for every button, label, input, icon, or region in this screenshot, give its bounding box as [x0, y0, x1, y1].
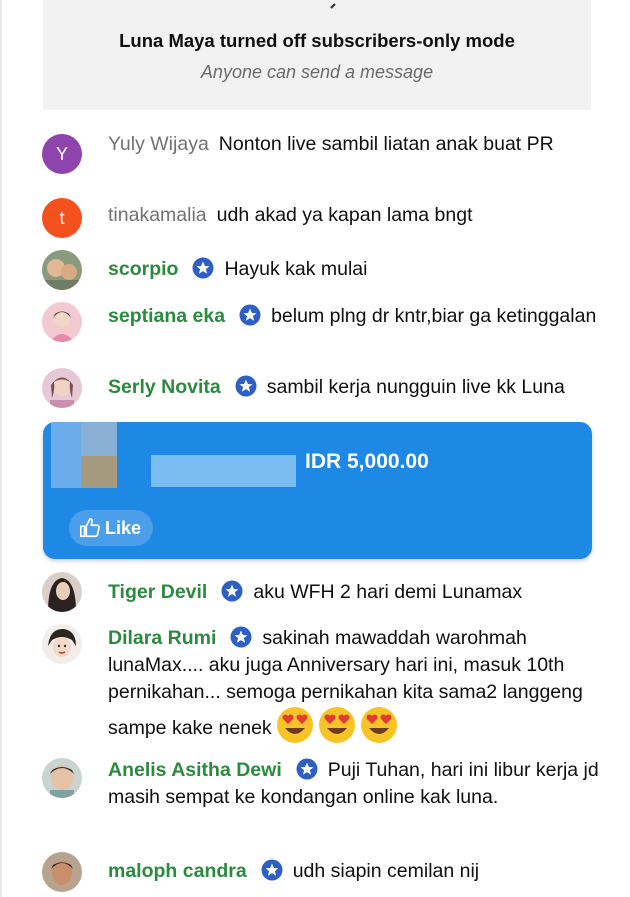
member-badge-icon	[239, 304, 261, 326]
avatar-photo	[42, 368, 82, 408]
message-body: septiana eka belum plng dr kntr,biar ga k…	[108, 303, 600, 330]
avatar-photo	[42, 250, 82, 290]
message-body: Yuly Wijaya Nonton live sambil liatan ana…	[108, 131, 600, 158]
message-text: udh siapin cemilan nij	[292, 860, 480, 882]
chat-message: Tiger Devil aku WFH 2 hari demi Lunamax	[0, 572, 600, 612]
avatar-photo	[42, 852, 82, 892]
avatar-photo	[42, 624, 82, 664]
author-name[interactable]: Yuly Wijaya	[108, 133, 209, 155]
message-text: udh akad ya kapan lama bngt	[216, 204, 473, 226]
member-badge-icon	[192, 257, 214, 279]
chat-message: septiana eka belum plng dr kntr,biar ga k…	[0, 300, 600, 360]
chat-message: maloph candra udh siapin cemilan nij	[0, 852, 600, 892]
chat-message: Y Yuly Wijaya Nonton live sambil liatan a…	[0, 130, 600, 186]
author-name[interactable]: Anelis Asitha Dewi	[108, 759, 282, 781]
heart-eyes-emoji-icon	[276, 707, 313, 743]
avatar[interactable]	[42, 758, 82, 798]
blurred-avatar	[81, 422, 117, 456]
message-text: sambil kerja nungguin live kk Luna	[266, 376, 565, 398]
thumbs-up-icon	[80, 518, 100, 538]
author-name[interactable]: maloph candra	[108, 860, 247, 882]
author-name[interactable]: tinakamalia	[108, 204, 207, 226]
member-badge-icon	[230, 626, 252, 648]
message-body: Tiger Devil aku WFH 2 hari demi Lunamax	[108, 579, 600, 606]
message-text: belum plng dr kntr,biar ga ketinggalan	[271, 305, 597, 327]
chat-message: Serly Novita sambil kerja nungguin live k…	[0, 368, 600, 408]
edit-icon	[330, 3, 336, 9]
heart-eyes-emoji-icon	[318, 707, 355, 743]
chat-message: scorpio Hayuk kak mulai	[0, 250, 600, 290]
message-body: scorpio Hayuk kak mulai	[108, 256, 600, 283]
avatar[interactable]: t	[42, 198, 82, 238]
message-text: Nonton live sambil liatan anak buat PR	[218, 133, 554, 155]
member-badge-icon	[235, 375, 257, 397]
avatar-photo	[42, 572, 82, 612]
blurred-author-name	[151, 455, 296, 487]
like-button[interactable]: Like	[69, 510, 154, 546]
avatar[interactable]	[42, 624, 82, 664]
banner-subtitle: Anyone can send a message	[200, 62, 434, 82]
like-label: Like	[105, 517, 142, 538]
author-name[interactable]: scorpio	[108, 258, 178, 280]
super-chat-amount: IDR 5,000.00	[305, 450, 429, 473]
chat-message: Anelis Asitha Dewi Puji Tuhan, hari ini l…	[0, 756, 600, 844]
message-body: Dilara Rumi sakinah mawaddah warohmah lun…	[108, 625, 600, 744]
member-badge-icon	[296, 758, 318, 780]
member-badge-icon	[261, 859, 283, 881]
author-name[interactable]: Dilara Rumi	[108, 627, 216, 649]
chat-message: Dilara Rumi sakinah mawaddah warohmah lun…	[0, 624, 600, 744]
avatar[interactable]	[42, 852, 82, 892]
blurred-avatar	[51, 422, 81, 488]
avatar-photo	[42, 758, 82, 798]
avatar-photo	[42, 302, 82, 342]
message-text: Hayuk kak mulai	[224, 258, 368, 280]
banner-title: Luna Maya turned off subscribers-only mo…	[119, 30, 515, 51]
message-body: Serly Novita sambil kerja nungguin live k…	[108, 374, 600, 401]
message-text: aku WFH 2 hari demi Lunamax	[253, 581, 523, 603]
author-name[interactable]: Tiger Devil	[108, 581, 207, 603]
avatar[interactable]	[42, 250, 82, 290]
chat-message: t tinakamalia udh akad ya kapan lama bngt	[0, 198, 600, 238]
member-badge-icon	[221, 580, 243, 602]
message-body: tinakamalia udh akad ya kapan lama bngt	[108, 202, 600, 229]
avatar[interactable]: Y	[42, 134, 82, 174]
super-chat-card: IDR 5,000.00 Like	[43, 422, 592, 559]
message-body: Anelis Asitha Dewi Puji Tuhan, hari ini l…	[108, 757, 600, 811]
avatar[interactable]	[42, 368, 82, 408]
message-body: maloph candra udh siapin cemilan nij	[108, 858, 600, 885]
blurred-avatar	[81, 456, 117, 488]
avatar[interactable]	[42, 572, 82, 612]
author-name[interactable]: septiana eka	[108, 305, 225, 327]
heart-eyes-emoji-icon	[360, 707, 397, 743]
author-name[interactable]: Serly Novita	[108, 376, 221, 398]
subscribers-only-banner: Luna Maya turned off subscribers-only mo…	[43, 0, 591, 110]
avatar[interactable]	[42, 302, 82, 342]
